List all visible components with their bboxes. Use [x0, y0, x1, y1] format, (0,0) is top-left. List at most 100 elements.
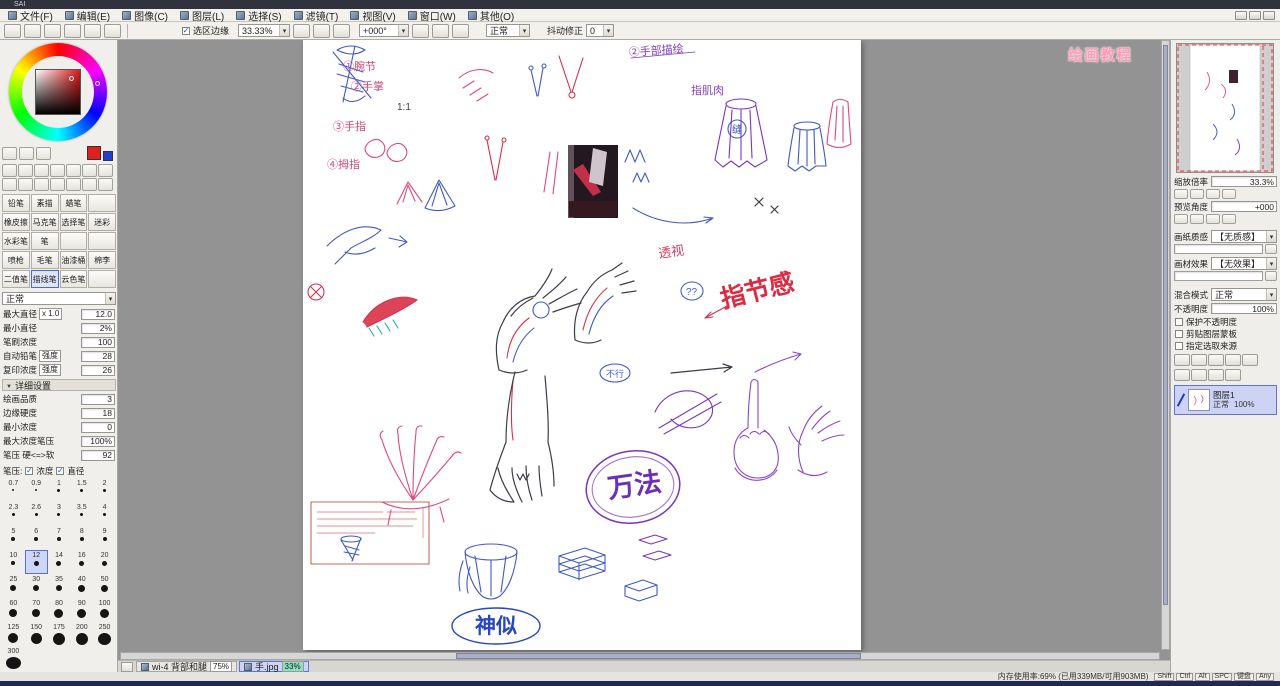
param-value[interactable]: 12.0: [81, 308, 115, 320]
paper-scale-slider[interactable]: [1174, 244, 1263, 254]
brush-tool[interactable]: 素描: [30, 194, 59, 212]
zoom-in-button[interactable]: [313, 23, 331, 38]
brush-size[interactable]: 14: [48, 550, 71, 574]
merge-layer-icon[interactable]: [1225, 354, 1241, 366]
angle-reset-button[interactable]: [452, 23, 470, 38]
zoom-out-button[interactable]: [293, 23, 311, 38]
secondary-color-swatch[interactable]: [103, 151, 113, 161]
layer-item[interactable]: 图层1 正常 100%: [1174, 385, 1277, 415]
nav-fit-icon[interactable]: [1222, 189, 1236, 199]
angle-select[interactable]: +000°: [359, 24, 410, 37]
material-effect-select[interactable]: 【无效果】: [1211, 257, 1277, 270]
brush-param-row[interactable]: 笔压 硬<=>软 92: [0, 448, 118, 462]
canvas-blend-select[interactable]: 正常: [486, 24, 531, 37]
new-document-icon[interactable]: [121, 661, 133, 672]
brush-tool[interactable]: 油漆桶: [59, 251, 88, 269]
brush-size[interactable]: 12: [24, 550, 48, 574]
zoom-reset-button[interactable]: [333, 23, 351, 38]
brush-size[interactable]: 1.5: [70, 478, 93, 502]
brush-tool[interactable]: 选择笔: [59, 213, 88, 231]
param-value[interactable]: 26: [81, 364, 115, 376]
brush-size[interactable]: 175: [48, 622, 71, 646]
brush-size[interactable]: 100: [93, 598, 116, 622]
document-tab[interactable]: wi-4 背部和腿 75%: [136, 661, 238, 672]
brush-size[interactable]: 16: [70, 550, 93, 574]
toolbar-icon[interactable]: [24, 23, 41, 38]
close-button[interactable]: [1263, 10, 1275, 20]
eyedropper-icon[interactable]: [2, 178, 17, 191]
brush-size[interactable]: 7: [48, 526, 71, 550]
swatches-icon[interactable]: [36, 146, 51, 160]
selection-edge-checkbox[interactable]: [182, 26, 190, 35]
paper-scale-spin[interactable]: [1265, 244, 1277, 254]
paper-texture-select[interactable]: 【无质感】: [1211, 230, 1277, 243]
brush-param-row[interactable]: 最大浓度笔压 100%: [0, 434, 118, 448]
horizontal-scrollbar-thumb[interactable]: [456, 653, 861, 659]
scratchpad-icon[interactable]: [19, 146, 34, 160]
color-wheel[interactable]: [9, 43, 107, 141]
nav-rotate-cw-icon[interactable]: [1206, 214, 1220, 224]
tool-icon[interactable]: [50, 178, 65, 191]
menu-item[interactable]: 窗口(W): [402, 9, 462, 23]
nav-angle-value[interactable]: +000: [1211, 201, 1277, 212]
vertical-scrollbar[interactable]: [1161, 40, 1170, 650]
brush-size[interactable]: 300: [2, 646, 25, 670]
layer-option[interactable]: 保护不透明度: [1175, 316, 1276, 327]
brush-param-row[interactable]: 边缘硬度 18: [0, 406, 118, 420]
nav-zoom-out-icon[interactable]: [1174, 189, 1188, 199]
maximize-button[interactable]: [1249, 10, 1261, 20]
brush-tool[interactable]: 水彩笔: [2, 232, 30, 250]
chevron-down-icon[interactable]: [105, 293, 115, 304]
chevron-down-icon[interactable]: [1266, 289, 1276, 300]
effect-amount-spin[interactable]: [1265, 271, 1277, 281]
opacity-value[interactable]: 100%: [1211, 303, 1277, 314]
brush-size[interactable]: 40: [70, 574, 93, 598]
toolbar-icon[interactable]: [64, 23, 81, 38]
layer-down-icon[interactable]: [1191, 369, 1207, 381]
blend-mode-select[interactable]: 正常: [1211, 288, 1277, 301]
rotate-cw-button[interactable]: [432, 23, 450, 38]
canvas-sketch[interactable]: ①腕节 ②手掌 ③手指 ④拇指 1:1 ②手部描绘 指肌肉 缝 指节感 透视 ?…: [303, 40, 861, 650]
effect-amount-slider[interactable]: [1174, 271, 1263, 281]
brush-tool[interactable]: 二值笔: [2, 270, 30, 288]
new-folder-icon[interactable]: [1191, 354, 1207, 366]
brush-size[interactable]: 3: [48, 502, 71, 526]
brush-size[interactable]: 80: [48, 598, 71, 622]
menu-item[interactable]: 文件(F): [2, 9, 59, 23]
brush-param-row[interactable]: 最大直径 x 1.0 12.0: [0, 307, 118, 321]
nav-zoom-reset-icon[interactable]: [1190, 189, 1204, 199]
param-value[interactable]: 2%: [81, 322, 115, 334]
rotate-ccw-button[interactable]: [412, 23, 430, 38]
menu-item[interactable]: 图层(L): [174, 9, 230, 23]
rotate-icon[interactable]: [82, 164, 97, 177]
document-tab[interactable]: 手.jpg 33%: [239, 661, 309, 672]
brush-size[interactable]: 3.5: [70, 502, 93, 526]
brush-size[interactable]: 4: [93, 502, 116, 526]
param-value[interactable]: 0: [81, 421, 115, 433]
brush-param-row[interactable]: 自动铅笔 强度 28: [0, 349, 118, 363]
brush-size[interactable]: 0.9: [25, 478, 48, 502]
brush-size[interactable]: 0.7: [2, 478, 25, 502]
brush-blend-select[interactable]: 正常: [2, 292, 116, 305]
layer-thumbnail[interactable]: [1188, 389, 1210, 411]
color-mixer-icon[interactable]: [2, 146, 17, 160]
delete-layer-icon[interactable]: [1225, 369, 1241, 381]
brush-size[interactable]: 60: [2, 598, 25, 622]
layer-option[interactable]: 指定选取来源: [1175, 340, 1276, 351]
saturation-square[interactable]: [35, 69, 81, 115]
tool-icon[interactable]: [34, 178, 49, 191]
brush-size[interactable]: 2: [93, 478, 116, 502]
brush-size[interactable]: 50: [93, 574, 116, 598]
clear-layer-icon[interactable]: [1242, 354, 1258, 366]
pressure-density-checkbox[interactable]: [25, 466, 34, 475]
chevron-down-icon[interactable]: [519, 25, 530, 36]
brush-param-row[interactable]: 最小浓度 0: [0, 420, 118, 434]
chevron-down-icon[interactable]: [1266, 258, 1276, 269]
brush-param-row[interactable]: 笔刷浓度 100: [0, 335, 118, 349]
brush-tool[interactable]: [88, 232, 116, 250]
brush-size[interactable]: 30: [25, 574, 48, 598]
brush-size[interactable]: 6: [25, 526, 48, 550]
brush-tool[interactable]: 铅笔: [2, 194, 30, 212]
brush-size[interactable]: 70: [25, 598, 48, 622]
new-layer-icon[interactable]: [1174, 354, 1190, 366]
